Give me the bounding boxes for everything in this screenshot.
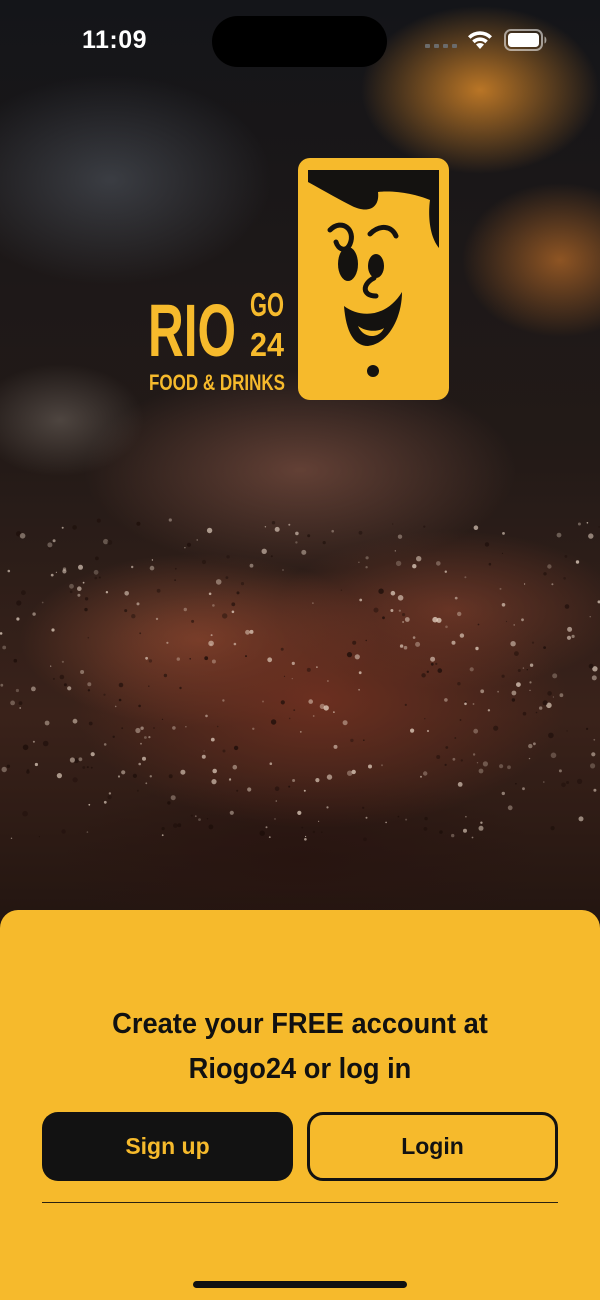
divider — [42, 1202, 558, 1203]
logo-go: GO — [250, 286, 284, 323]
headline-line-1: Create your FREE account at — [112, 1008, 488, 1040]
onboarding-headline: Create your FREE account at Riogo24 or l… — [56, 1002, 545, 1092]
status-time: 11:09 — [82, 26, 148, 54]
logo-tagline: FOOD & DRINKS — [149, 370, 285, 395]
login-button[interactable]: Login — [307, 1112, 558, 1181]
status-bar: 11:09 — [0, 0, 600, 84]
meat-texture-overlay — [0, 518, 600, 842]
onboarding-sheet: Create your FREE account at Riogo24 or l… — [0, 910, 600, 1300]
riogo24-logo: RIO GO 24 FOOD & DRINKS — [148, 156, 453, 402]
signal-dots-icon — [425, 44, 457, 48]
dynamic-island — [212, 16, 387, 67]
logo-24: 24 — [250, 326, 285, 363]
smiling-phone-mascot-icon — [298, 158, 449, 400]
battery-icon — [504, 29, 547, 51]
wifi-icon — [468, 31, 492, 49]
signup-button[interactable]: Sign up — [42, 1112, 293, 1181]
headline-line-2: Riogo24 or log in — [188, 1053, 412, 1085]
home-indicator — [193, 1281, 407, 1288]
logo-brand: RIO — [148, 289, 236, 372]
